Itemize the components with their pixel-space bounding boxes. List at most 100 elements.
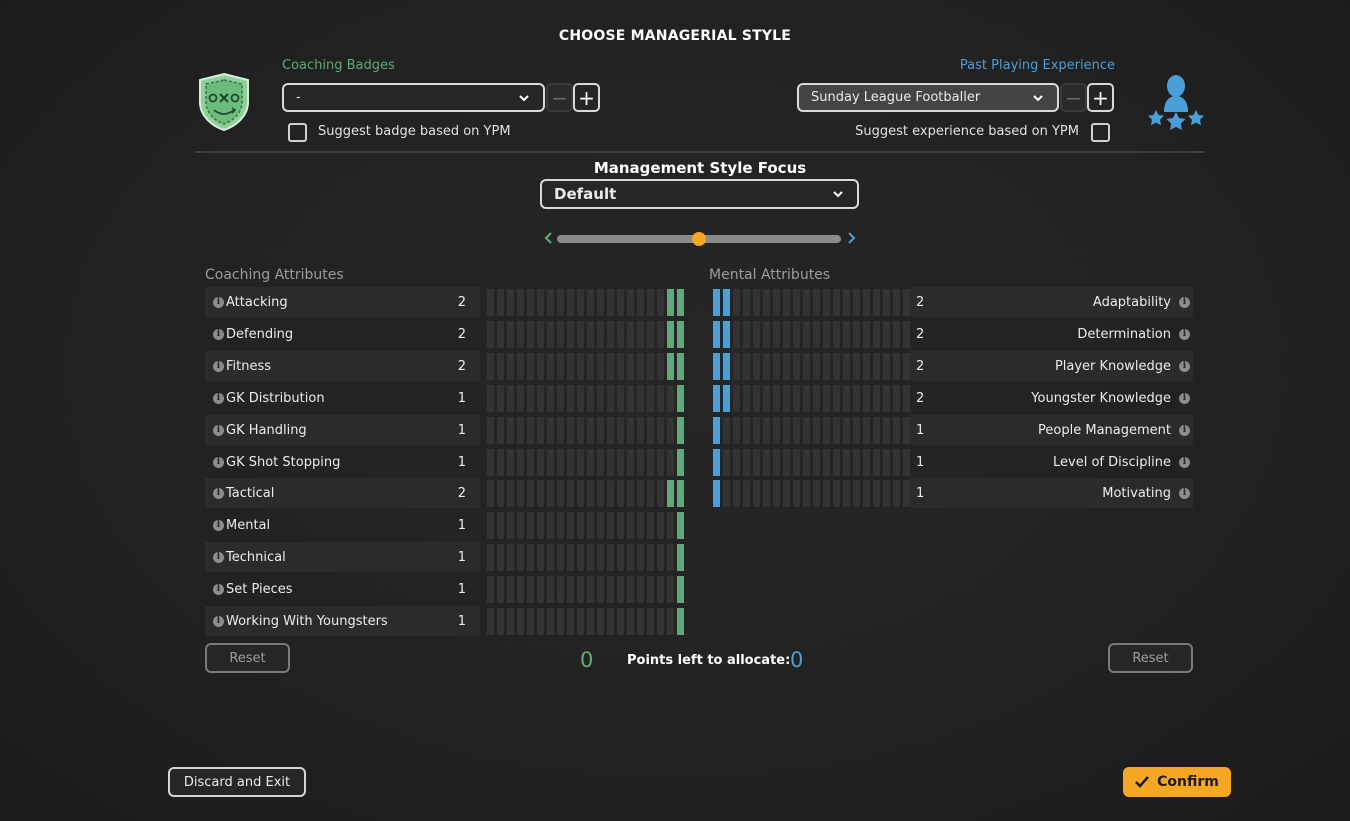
info-icon[interactable]: i <box>213 487 224 499</box>
bar-segment <box>547 417 554 444</box>
info-icon[interactable]: i <box>1179 328 1190 340</box>
decrease-badge-button[interactable]: − <box>546 83 573 112</box>
attribute-value: 2 <box>457 485 466 501</box>
bar-segment <box>763 449 770 476</box>
bar-segment <box>597 289 604 316</box>
focus-slider[interactable] <box>557 232 841 246</box>
info-icon[interactable]: i <box>1179 360 1190 372</box>
bar-segment <box>537 449 544 476</box>
info-icon[interactable]: i <box>213 583 224 595</box>
info-icon[interactable]: i <box>213 360 224 372</box>
bar-segment <box>517 449 524 476</box>
slider-right-arrow-icon[interactable] <box>845 231 857 245</box>
info-icon[interactable]: i <box>1179 296 1190 308</box>
bar-segment <box>647 289 654 316</box>
bar-segment <box>637 385 644 412</box>
suggest-badge-checkbox[interactable] <box>288 123 307 142</box>
bar-segment <box>607 385 614 412</box>
bar-segment <box>567 321 574 348</box>
info-icon[interactable]: i <box>213 456 224 468</box>
bar-segment <box>793 417 800 444</box>
page-title: CHOOSE MANAGERIAL STYLE <box>558 28 792 44</box>
decrease-experience-button[interactable]: − <box>1060 83 1087 112</box>
coaching-attribute-row: i Attacking 2 <box>205 287 480 317</box>
info-icon[interactable]: i <box>213 551 224 563</box>
bar-segment <box>607 544 614 571</box>
bar-segment <box>723 449 730 476</box>
bar-segment-filled <box>677 608 684 635</box>
slider-left-arrow-icon[interactable] <box>543 231 555 245</box>
bar-segment <box>547 321 554 348</box>
attribute-name: Mental <box>226 517 271 533</box>
reset-mental-button[interactable]: Reset <box>1108 643 1193 673</box>
bar-segment <box>557 449 564 476</box>
attribute-value: 2 <box>457 358 466 374</box>
focus-dropdown[interactable]: Default <box>540 179 859 209</box>
increase-experience-button[interactable]: + <box>1087 83 1114 112</box>
reset-coaching-button[interactable]: Reset <box>205 643 290 673</box>
bar-segment <box>763 385 770 412</box>
focus-slider-knob[interactable] <box>692 232 706 246</box>
bar-segment <box>557 608 564 635</box>
info-icon[interactable]: i <box>213 615 224 627</box>
chevron-down-icon <box>519 94 529 101</box>
bar-segment <box>567 449 574 476</box>
bar-segment <box>627 480 634 507</box>
bar-segment <box>863 449 870 476</box>
bar-segment <box>647 576 654 603</box>
info-icon[interactable]: i <box>213 392 224 404</box>
info-icon[interactable]: i <box>213 424 224 436</box>
bar-segment <box>783 417 790 444</box>
bar-segment <box>743 449 750 476</box>
bar-segment <box>587 289 594 316</box>
playing-experience-dropdown[interactable]: Sunday League Footballer <box>797 83 1059 112</box>
bar-segment <box>823 289 830 316</box>
bar-segment <box>647 480 654 507</box>
bar-segment <box>803 353 810 380</box>
bar-segment <box>527 417 534 444</box>
bar-segment <box>537 385 544 412</box>
attribute-bar <box>713 417 910 444</box>
bar-segment <box>883 289 890 316</box>
bar-segment <box>577 544 584 571</box>
bar-segment <box>637 512 644 539</box>
discard-and-exit-button[interactable]: Discard and Exit <box>168 767 306 797</box>
bar-segment <box>597 480 604 507</box>
info-icon[interactable]: i <box>1179 424 1190 436</box>
bar-segment <box>607 512 614 539</box>
bar-segment-filled <box>677 576 684 603</box>
bar-segment-filled <box>723 385 730 412</box>
attribute-value: 2 <box>457 294 466 310</box>
bar-segment <box>597 576 604 603</box>
coaching-badges-dropdown[interactable]: - <box>282 83 545 112</box>
attribute-name: Adaptability <box>1092 294 1171 310</box>
info-icon[interactable]: i <box>1179 456 1190 468</box>
info-icon[interactable]: i <box>1179 487 1190 499</box>
bar-segment <box>567 417 574 444</box>
mental-attribute-row: 2 Determination i <box>910 319 1193 349</box>
bar-segment <box>497 512 504 539</box>
bar-segment <box>507 353 514 380</box>
attribute-name: Working With Youngsters <box>226 613 388 629</box>
bar-segment <box>597 353 604 380</box>
bar-segment <box>853 385 860 412</box>
attribute-value: 2 <box>916 294 925 310</box>
info-icon[interactable]: i <box>213 296 224 308</box>
attribute-name: Technical <box>226 549 286 565</box>
info-icon[interactable]: i <box>213 328 224 340</box>
info-icon[interactable]: i <box>1179 392 1190 404</box>
bar-segment <box>667 385 674 412</box>
bar-segment <box>577 608 584 635</box>
playing-experience-value: Sunday League Footballer <box>811 90 981 105</box>
suggest-experience-checkbox[interactable] <box>1091 123 1110 142</box>
attribute-name: Youngster Knowledge <box>1031 390 1171 406</box>
bar-segment <box>527 576 534 603</box>
bar-segment <box>597 608 604 635</box>
increase-badge-button[interactable]: + <box>573 83 600 112</box>
confirm-button[interactable]: Confirm <box>1123 767 1231 797</box>
bar-segment <box>497 289 504 316</box>
bar-segment <box>517 289 524 316</box>
bar-segment <box>547 385 554 412</box>
info-icon[interactable]: i <box>213 519 224 531</box>
bar-segment <box>883 321 890 348</box>
